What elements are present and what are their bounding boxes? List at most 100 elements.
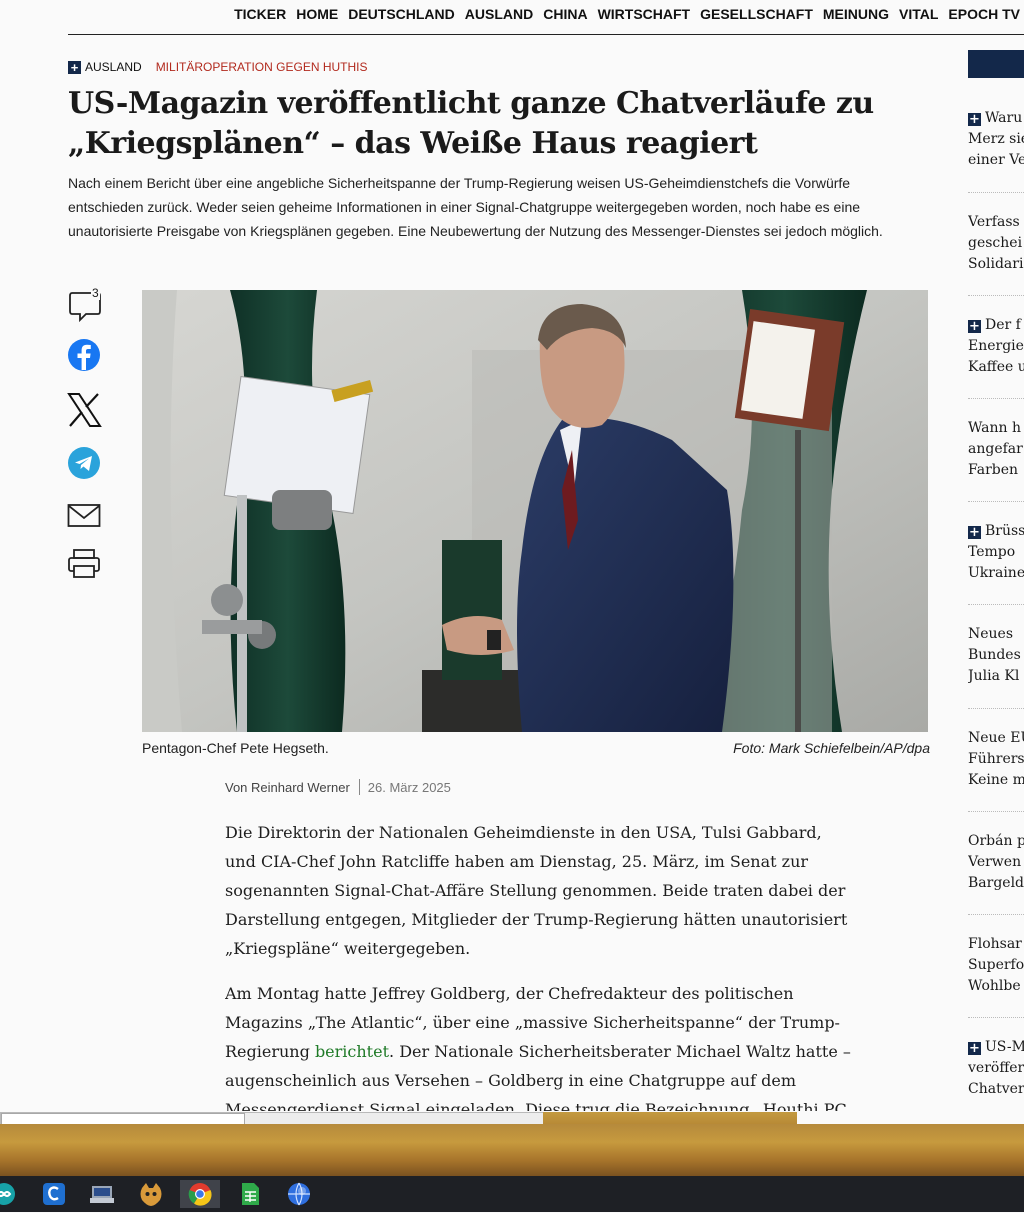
nav-item-ticker[interactable]: TICKER xyxy=(234,6,286,22)
taskbar-app-ccleaner[interactable] xyxy=(40,1180,68,1208)
sidebar-article-line: Waru xyxy=(985,110,1023,126)
sidebar-article-line: Verwen xyxy=(968,854,1022,870)
sidebar-article-line: US-M xyxy=(985,1039,1024,1055)
paragraph-1: Die Direktorin der Nationalen Geheimdien… xyxy=(225,823,848,958)
sidebar-article-2[interactable]: Verfass geschei Solidari xyxy=(968,212,1024,275)
facebook-share-button[interactable] xyxy=(66,338,102,374)
sidebar-article-line: Der f xyxy=(985,317,1021,333)
sidebar-article-line: Brüss xyxy=(985,523,1024,539)
spreadsheet-icon xyxy=(242,1183,259,1205)
desktop-wallpaper-strip xyxy=(543,1112,797,1124)
author[interactable]: Von Reinhard Werner xyxy=(225,780,350,795)
comment-count: 3 xyxy=(91,286,100,300)
sidebar-article-line: einer Ve xyxy=(968,152,1024,168)
photo-credit: Foto: Mark Schiefelbein/AP/dpa xyxy=(733,740,930,756)
sidebar-article-line: Verfass xyxy=(968,214,1020,230)
nav-item-gesellschaft[interactable]: GESELLSCHAFT xyxy=(700,6,813,22)
sidebar-article-line: Chatver xyxy=(968,1081,1024,1097)
email-icon xyxy=(67,504,101,527)
taskbar-app-chrome[interactable] xyxy=(180,1180,220,1208)
top-navigation: TICKER HOME DEUTSCHLAND AUSLAND CHINA WIRTSCH… xyxy=(0,0,1024,35)
plus-badge-icon: + xyxy=(68,61,81,74)
topic-link[interactable]: MILITÄROPERATION GEGEN HUTHIS xyxy=(156,60,368,74)
photo-caption: Pentagon-Chef Pete Hegseth. Foto: Mark S… xyxy=(142,740,930,756)
nav-item-china[interactable]: CHINA xyxy=(543,6,587,22)
browser-globe-icon xyxy=(288,1182,310,1206)
x-share-button[interactable] xyxy=(66,392,102,428)
desktop-wallpaper xyxy=(0,1124,1024,1176)
sidebar-article-9[interactable]: Flohsar Superfo Wohlbe xyxy=(968,934,1024,997)
telegram-share-button[interactable] xyxy=(66,446,102,482)
sidebar-article-line: Merz sie xyxy=(968,131,1024,147)
nav-item-deutschland[interactable]: DEUTSCHLAND xyxy=(348,6,455,22)
taskbar-app-spreadsheet[interactable] xyxy=(236,1180,264,1208)
plus-badge-icon: + xyxy=(968,112,981,127)
sidebar-divider xyxy=(968,604,1024,605)
caption-text: Pentagon-Chef Pete Hegseth. xyxy=(142,740,329,756)
nav-item-ausland[interactable]: AUSLAND xyxy=(465,6,533,22)
sidebar-article-line: Neues xyxy=(968,626,1014,642)
sidebar-article-line: Farben xyxy=(968,462,1019,478)
plus-badge-icon: + xyxy=(968,525,981,540)
sidebar-divider xyxy=(968,192,1024,193)
byline: Von Reinhard Werner 26. März 2025 xyxy=(225,779,451,795)
sidebar-article-5[interactable]: + Brüss Tempo Ukraine xyxy=(968,521,1024,584)
sidebar-article-3[interactable]: + Der f Energie Kaffee u xyxy=(968,315,1024,378)
nav-item-vital[interactable]: VITAL xyxy=(899,6,938,22)
comment-button[interactable]: 3 xyxy=(66,286,102,324)
sidebar-article-line: Tempo xyxy=(968,544,1016,560)
sidebar-article-8[interactable]: Orbán p Verwen Bargeld xyxy=(968,831,1024,894)
telegram-icon xyxy=(68,447,100,479)
section-link[interactable]: AUSLAND xyxy=(85,60,142,74)
sidebar-article-line: Keine m xyxy=(968,772,1024,788)
nav-item-epoch-tv[interactable]: EPOCH TV xyxy=(948,6,1020,22)
chrome-icon xyxy=(188,1183,212,1206)
sidebar-article-line: Solidari xyxy=(968,256,1024,272)
x-icon xyxy=(67,393,102,427)
sidebar-divider xyxy=(968,1017,1024,1018)
sidebar-divider xyxy=(968,811,1024,812)
sidebar-article-6[interactable]: Neues Bundes Julia Kl xyxy=(968,624,1024,687)
article-body: Die Direktorin der Nationalen Geheimdien… xyxy=(225,818,855,1111)
sidebar-divider xyxy=(968,295,1024,296)
berichtet-link[interactable]: berichtet xyxy=(315,1042,389,1061)
sidebar-article-line: Bargeld xyxy=(968,875,1024,891)
print-button[interactable] xyxy=(66,546,102,582)
taskbar-app-network[interactable] xyxy=(88,1180,116,1208)
sidebar-article-line: geschei xyxy=(968,235,1023,251)
network-icon xyxy=(90,1186,114,1203)
sidebar-article-7[interactable]: Neue EU Führers Keine m xyxy=(968,728,1024,791)
taskbar-app-browser[interactable] xyxy=(285,1180,313,1208)
page-edge xyxy=(797,1112,1024,1124)
sidebar-divider xyxy=(968,398,1024,399)
sidebar-article-line: Julia Kl xyxy=(968,668,1020,684)
paragraph-2: Am Montag hatte Jeffrey Goldberg, der Ch… xyxy=(225,979,855,1111)
article-title: US-Magazin veröffentlicht ganze Chatverl… xyxy=(68,86,874,161)
article-kicker: + AUSLAND MILITÄROPERATION GEGEN HUTHIS xyxy=(68,60,368,74)
taskbar-app-cat[interactable] xyxy=(137,1180,165,1208)
sidebar-divider xyxy=(968,708,1024,709)
plus-badge-icon: + xyxy=(968,1041,981,1056)
related-sidebar: + Waru Merz sie einer Ve Verfass geschei Solid… xyxy=(968,50,1024,1110)
sidebar-article-line: Wohlbe xyxy=(968,978,1021,994)
sidebar-article-line: Bundes xyxy=(968,647,1021,663)
sidebar-article-line: Kaffee u xyxy=(968,359,1024,375)
sidebar-article-4[interactable]: Wann h angefar Farben xyxy=(968,418,1024,481)
taskbar-app-arduino[interactable] xyxy=(0,1180,20,1208)
ccleaner-icon xyxy=(43,1183,65,1205)
sidebar-header-bar xyxy=(968,50,1024,78)
nav-item-home[interactable]: HOME xyxy=(296,6,338,22)
sidebar-article-10[interactable]: + US-M veröffer Chatver xyxy=(968,1037,1024,1100)
nav-menu: TICKER HOME DEUTSCHLAND AUSLAND CHINA WIRTSCH… xyxy=(234,6,1020,22)
taskbar xyxy=(0,1176,1024,1212)
email-share-button[interactable] xyxy=(66,500,102,536)
nav-item-meinung[interactable]: MEINUNG xyxy=(823,6,889,22)
arduino-icon xyxy=(0,1183,15,1205)
sidebar-article-line: Superfo xyxy=(968,957,1024,973)
sidebar-article-1[interactable]: + Waru Merz sie einer Ve xyxy=(968,108,1024,171)
sidebar-article-line: Ukraine xyxy=(968,565,1024,581)
sidebar-article-line: veröffer xyxy=(968,1060,1024,1076)
nav-item-wirtschaft[interactable]: WIRTSCHAFT xyxy=(598,6,691,22)
sidebar-article-line: Neue EU xyxy=(968,730,1024,746)
article-photo xyxy=(142,290,928,732)
